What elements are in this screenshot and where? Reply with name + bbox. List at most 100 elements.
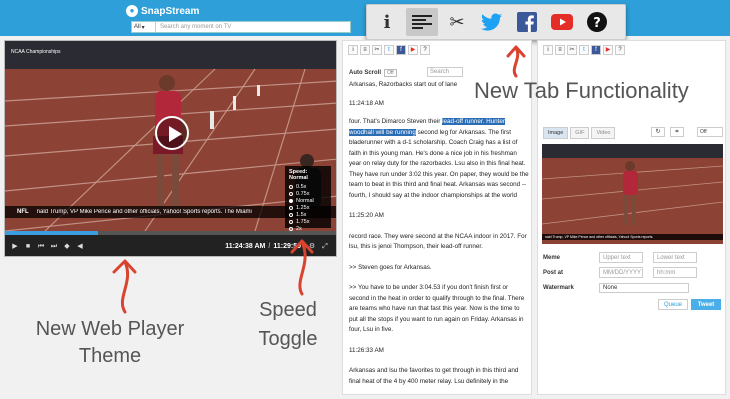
watermark-row: Watermark None [543, 283, 689, 293]
transcript-search-input[interactable]: Search [427, 67, 463, 77]
option-select[interactable]: Off [697, 127, 723, 137]
radio-icon [289, 226, 293, 231]
help-icon: ? [587, 12, 607, 32]
skip-forward-icon[interactable]: ⏭ [49, 242, 59, 252]
lines-icon[interactable]: ≡ [360, 45, 370, 55]
youtube-icon [551, 14, 573, 30]
speed-option-label: Normal [296, 197, 314, 204]
help-icon[interactable]: ? [615, 45, 625, 55]
facebook-icon[interactable]: f [591, 45, 601, 55]
lines-icon[interactable]: ≡ [555, 45, 565, 55]
search-bar[interactable]: All ▾ Search any moment on TV [131, 21, 351, 33]
twitter-icon[interactable]: t [579, 45, 589, 55]
speed-option-label: 1.75x [296, 218, 310, 225]
tab-image[interactable]: Image [543, 127, 569, 139]
radio-icon [289, 191, 293, 196]
info-icon: i [383, 11, 391, 33]
video-watermark: NCAA Championships [11, 49, 61, 55]
speed-menu-title: Speed: Normal [289, 169, 308, 181]
transcript-timestamp[interactable]: 11:25:20 AM [349, 211, 529, 222]
autoscroll-toggle[interactable]: Off [384, 69, 397, 77]
speed-option-label: 1.25x [296, 204, 310, 211]
speed-option[interactable]: 0.5x [289, 183, 327, 190]
share-toolbar: i ✂ ? [366, 4, 626, 40]
search-scope-value: All [134, 24, 141, 30]
skip-back-icon[interactable]: ⏮ [36, 242, 46, 252]
transcript-button[interactable] [406, 8, 438, 36]
twitter-icon[interactable]: t [384, 45, 394, 55]
transcript-paragraph: >> Steven goes for Arkansas. [349, 263, 432, 271]
logo[interactable]: ● SnapStream [126, 4, 199, 18]
annotation-speed: Speed Toggle [258, 299, 318, 350]
tab-video[interactable]: Video [591, 127, 616, 139]
post-at-label: Post at [543, 269, 564, 276]
post-at-row: Post at MM/DD/YYYY hh:mm [543, 267, 707, 278]
video-frame[interactable]: NCAA Championships NFL nald Trump, VP Mi… [5, 41, 336, 231]
preview-frame [542, 144, 723, 244]
tweet-button[interactable]: Tweet [691, 299, 721, 310]
facebook-button[interactable] [511, 8, 543, 36]
scissors-icon[interactable]: ✂ [372, 45, 382, 55]
transcript-timestamp[interactable]: 11:26:33 AM [349, 346, 529, 357]
tag-icon[interactable]: ◆ [62, 242, 72, 252]
radio-icon [289, 198, 293, 203]
radio-icon [289, 212, 293, 217]
speed-option[interactable]: 1.75x [289, 218, 327, 225]
video-player[interactable]: NCAA Championships NFL nald Trump, VP Mi… [4, 40, 337, 257]
preview-ticker: nald Trump, VP Mike Pence and other offi… [542, 234, 723, 240]
arrow-speed-icon [290, 239, 314, 296]
fullscreen-icon[interactable]: ⤢ [320, 242, 330, 252]
youtube-icon[interactable]: ▶ [408, 45, 418, 55]
transcript-paragraph: Arkansas and lsu the favorites to get th… [349, 367, 519, 385]
svg-text:?: ? [593, 16, 601, 31]
help-button[interactable]: ? [581, 8, 613, 36]
autoscroll-label: Auto Scroll [349, 70, 382, 76]
upper-text-input[interactable]: Upper text [599, 252, 643, 263]
info-icon[interactable]: i [348, 45, 358, 55]
crop-icon[interactable]: ⌗ [670, 127, 684, 137]
annotation-tab: New Tab Functionality [474, 78, 689, 103]
search-scope-select[interactable]: All ▾ [132, 22, 156, 32]
youtube-icon[interactable]: ▶ [603, 45, 613, 55]
arrow-tab-icon [506, 45, 526, 78]
time-separator: / [268, 243, 271, 250]
annotation-web-player: New Web Player Theme [35, 318, 185, 367]
speed-option-label: 0.75x [296, 190, 310, 197]
play-button[interactable]: ▶ [10, 242, 20, 252]
date-input[interactable]: MM/DD/YYYY [599, 267, 643, 278]
play-overlay-button[interactable] [155, 116, 189, 150]
logo-text: SnapStream [141, 5, 200, 17]
chevron-down-icon: ▾ [141, 24, 145, 31]
scissors-icon: ✂ [449, 11, 465, 33]
watermark-select[interactable]: None [599, 283, 689, 293]
speed-options: 0.5x 0.75x Normal 1.25x 1.5x 1.75x 2x [289, 183, 327, 231]
speed-option[interactable]: Normal [289, 197, 327, 204]
stop-button[interactable]: ■ [23, 242, 33, 252]
clip-button[interactable]: ✂ [441, 8, 473, 36]
search-input[interactable]: Search any moment on TV [156, 24, 231, 30]
radio-icon [289, 205, 293, 210]
twitter-button[interactable] [476, 8, 508, 36]
youtube-button[interactable] [546, 8, 578, 36]
info-button[interactable]: i [371, 8, 403, 36]
speed-option[interactable]: 1.5x [289, 211, 327, 218]
scissors-icon[interactable]: ✂ [567, 45, 577, 55]
queue-button[interactable]: Queue [658, 299, 688, 310]
volume-icon[interactable]: ◀ [75, 242, 85, 252]
facebook-icon[interactable]: f [396, 45, 406, 55]
lower-text-input[interactable]: Lower text [653, 252, 697, 263]
share-panel-toolbar: i ≡ ✂ t f ▶ ? [538, 41, 725, 59]
time-input[interactable]: hh:mm [653, 267, 697, 278]
help-icon[interactable]: ? [420, 45, 430, 55]
watermark-label: Watermark [543, 285, 574, 291]
ticker-tag: NFL [17, 209, 29, 215]
transcript-paragraph: record race. They were second at the NCA… [349, 232, 527, 251]
info-icon[interactable]: i [543, 45, 553, 55]
speed-option[interactable]: 1.25x [289, 204, 327, 211]
refresh-icon[interactable]: ↻ [651, 127, 665, 137]
autoscroll-control: Auto Scroll Off [349, 69, 397, 77]
arrow-web-player-icon [112, 259, 137, 314]
tab-gif[interactable]: GIF [570, 127, 590, 139]
speed-option[interactable]: 0.75x [289, 190, 327, 197]
facebook-icon [517, 12, 537, 32]
